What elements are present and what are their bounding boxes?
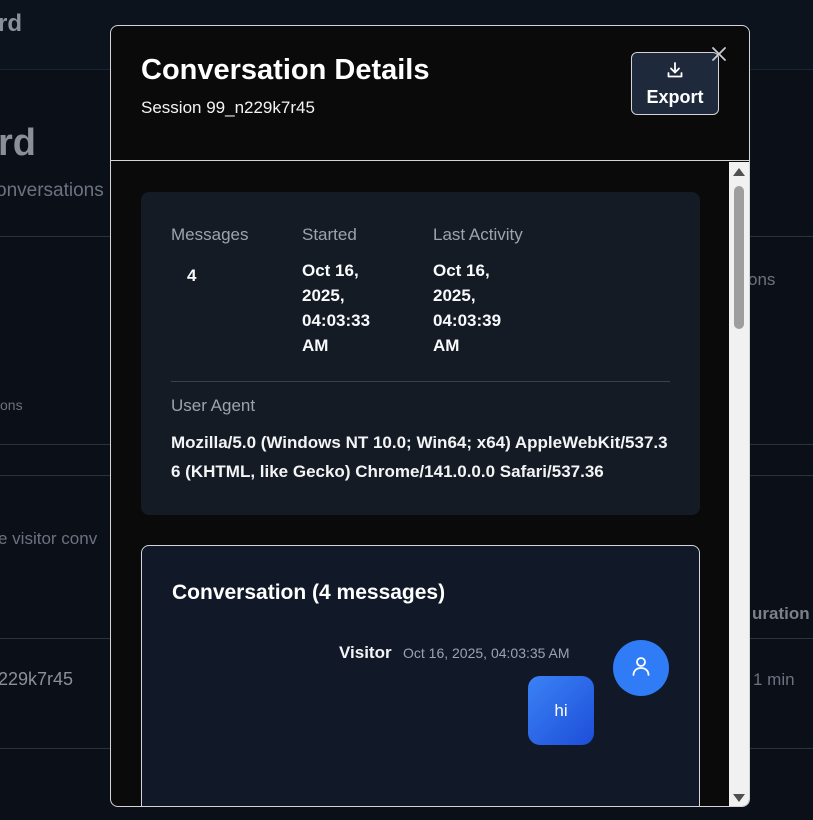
conversation-card: Conversation (4 messages) Visitor Oct 16…: [141, 545, 700, 806]
started-value-line: Oct 16,: [302, 261, 359, 280]
scroll-thumb[interactable]: [734, 186, 744, 329]
background-page-subtitle: onversations: [0, 180, 104, 201]
background-page-title: rd: [0, 122, 36, 164]
last-activity-value: Oct 16, 2025, 04:03:39 AM: [433, 258, 501, 358]
started-value: Oct 16, 2025, 04:03:33 AM: [302, 258, 370, 358]
session-info-card: Messages 4 Started Oct 16, 2025, 04:03:3…: [141, 192, 700, 515]
started-value-line: 04:03:33: [302, 311, 371, 330]
background-table-cell: 1 min: [753, 670, 795, 689]
background-table-header: uration: [752, 604, 810, 623]
background-text: e visitor conv: [0, 529, 98, 548]
last-activity-value-line: Oct 16,: [433, 261, 490, 280]
scroll-up-icon[interactable]: [733, 168, 745, 176]
modal-scrollbar[interactable]: [729, 162, 749, 806]
background-brand: rd: [0, 10, 22, 37]
last-activity-value-line: AM: [433, 336, 460, 355]
avatar: [613, 640, 669, 696]
started-value-line: 2025,: [302, 286, 345, 305]
download-icon: [665, 60, 685, 85]
modal-title: Conversation Details: [141, 54, 430, 86]
background-table-cell[interactable]: 229k7r45: [0, 669, 73, 690]
user-agent-label: User Agent: [171, 396, 256, 415]
last-activity-label: Last Activity: [433, 225, 523, 244]
modal-header: Conversation Details Session 99_n229k7r4…: [111, 26, 749, 161]
user-icon: [629, 654, 653, 683]
started-value-line: AM: [302, 336, 329, 355]
last-activity-value-line: 04:03:39: [433, 311, 502, 330]
scroll-down-icon[interactable]: [733, 794, 745, 802]
background-text: ons: [0, 397, 23, 413]
export-label: Export: [646, 86, 704, 107]
modal-body: Messages 4 Started Oct 16, 2025, 04:03:3…: [111, 162, 749, 806]
started-label: Started: [302, 225, 357, 244]
messages-count: 4: [187, 266, 197, 285]
message-bubble: hi: [528, 676, 594, 745]
conversation-title: Conversation (4 messages): [172, 581, 446, 604]
background-text: ons: [748, 270, 776, 289]
close-icon[interactable]: [709, 44, 729, 64]
message-sender: Visitor: [339, 643, 392, 662]
last-activity-value-line: 2025,: [433, 286, 476, 305]
messages-label: Messages: [171, 225, 249, 244]
export-button[interactable]: Export: [631, 52, 719, 115]
session-id: Session 99_n229k7r45: [141, 98, 315, 117]
user-agent-value: Mozilla/5.0 (Windows NT 10.0; Win64; x64…: [171, 433, 668, 481]
info-divider: [171, 381, 670, 382]
conversation-details-modal: Conversation Details Session 99_n229k7r4…: [110, 25, 750, 807]
message-timestamp: Oct 16, 2025, 04:03:35 AM: [403, 645, 570, 661]
